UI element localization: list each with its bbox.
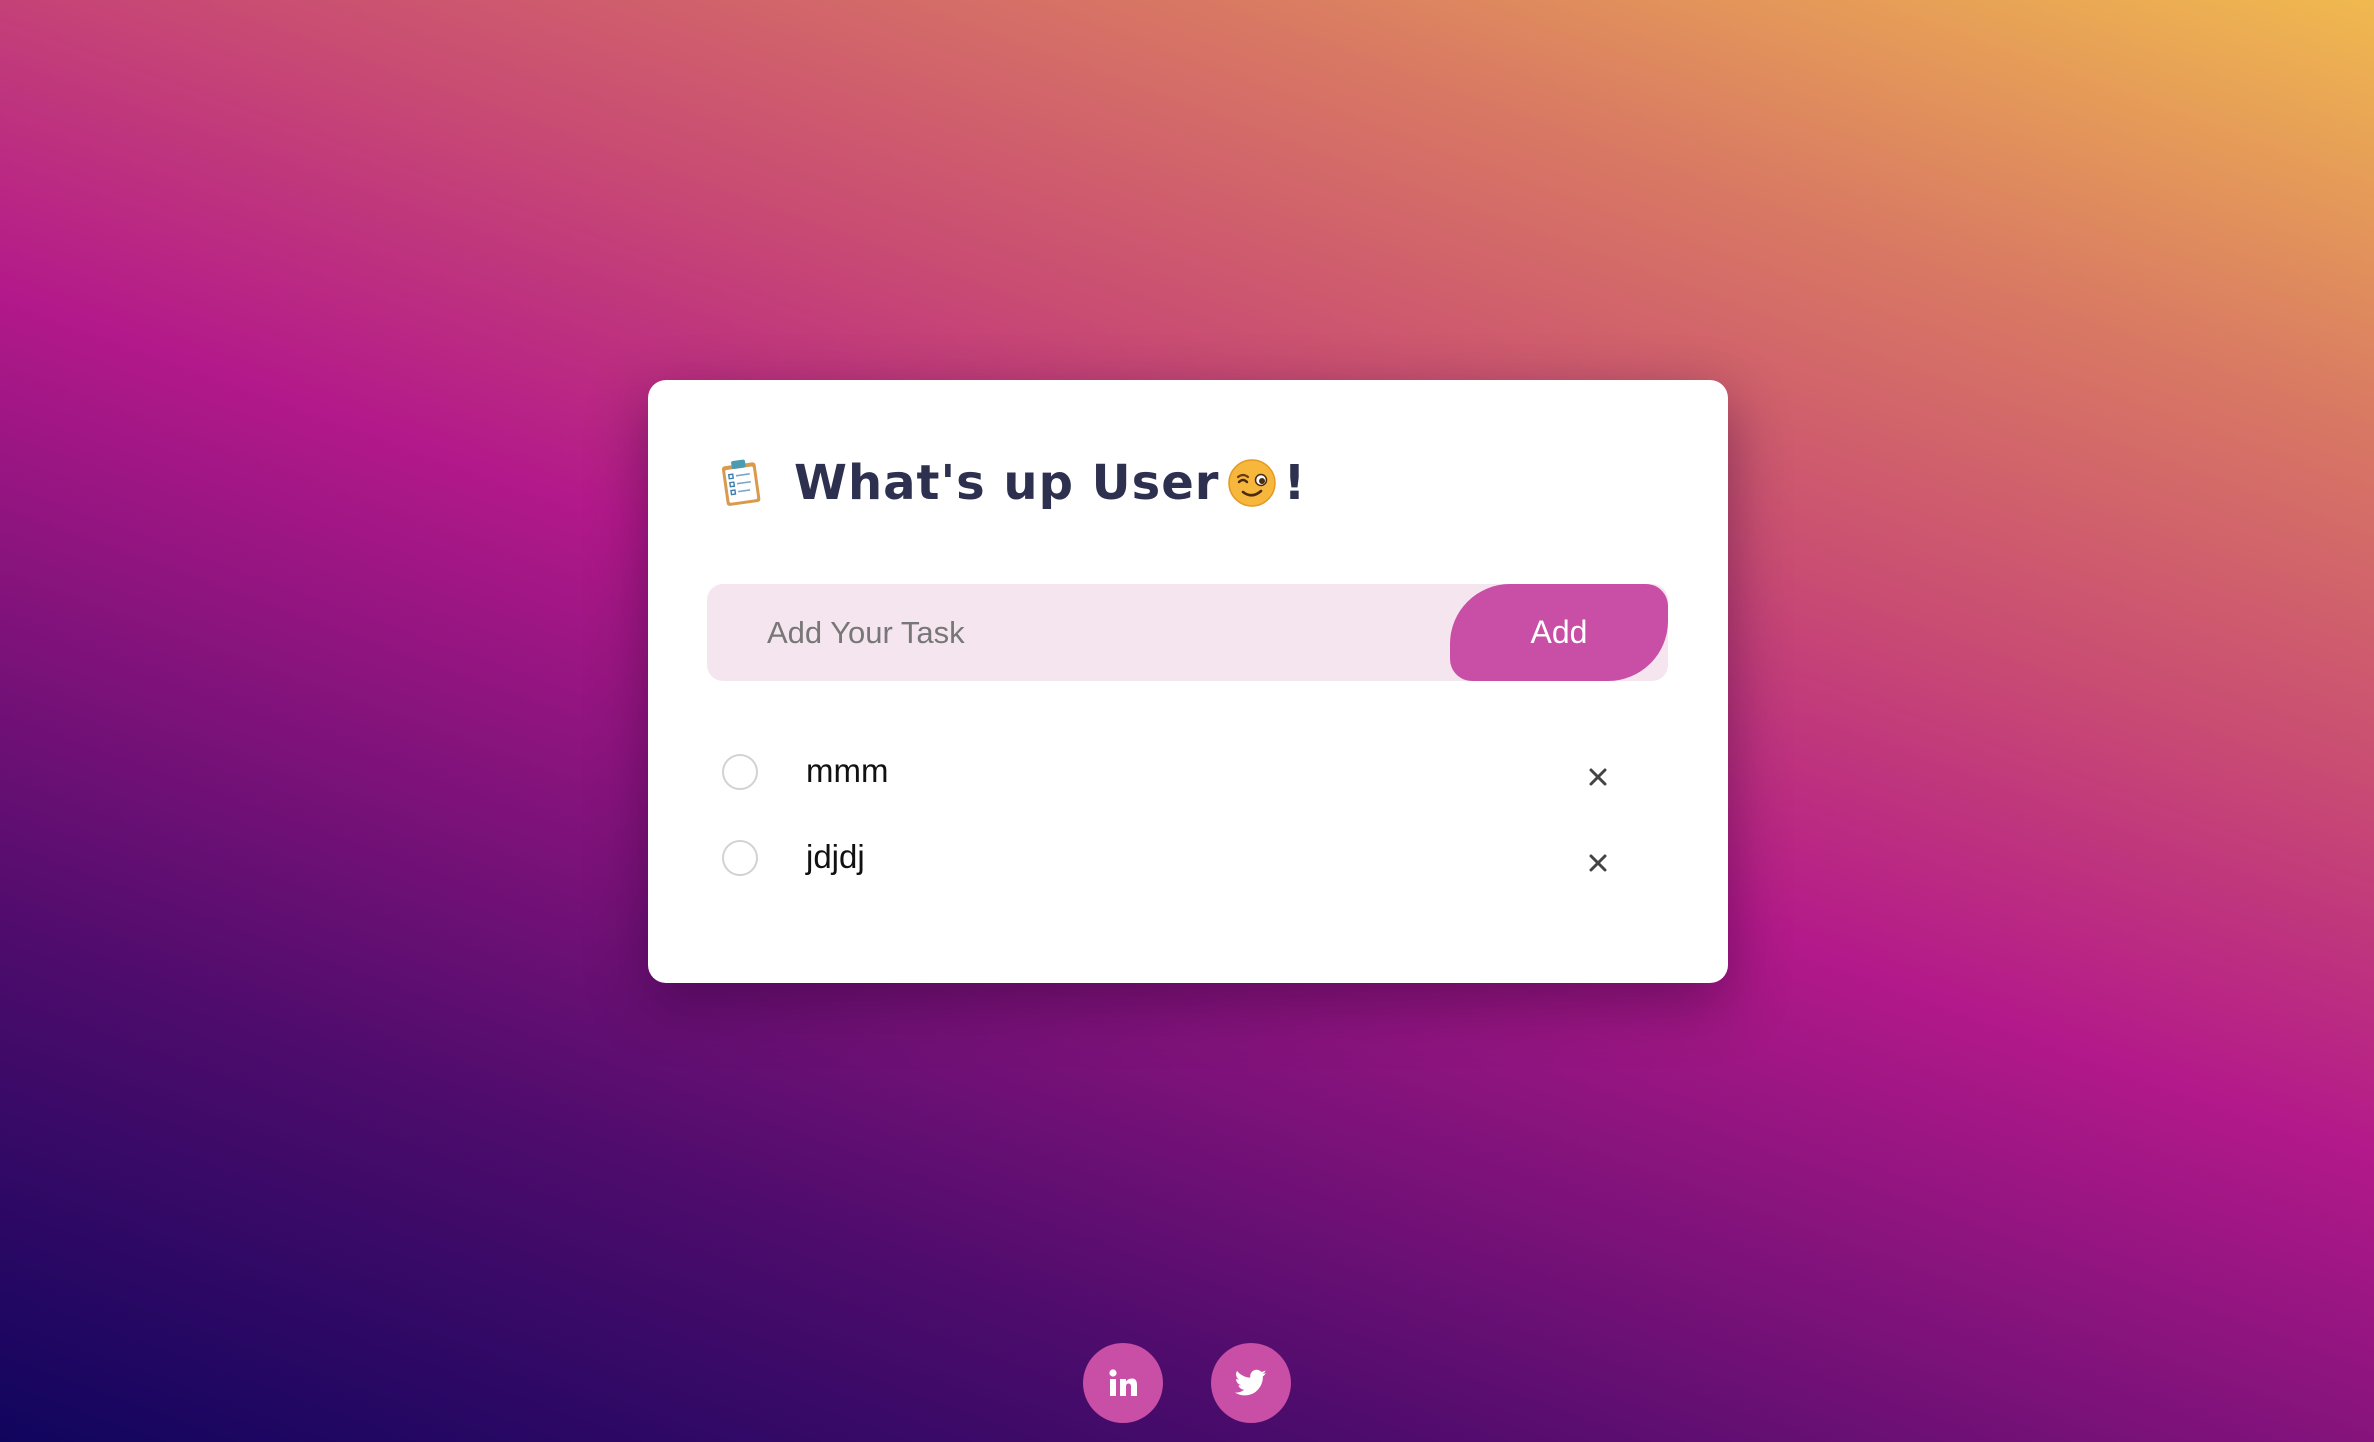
task-input[interactable]: [707, 584, 1447, 681]
clipboard-checklist-icon: [721, 459, 761, 506]
linkedin-icon: [1109, 1369, 1137, 1396]
title-row: What's up User !: [718, 448, 1305, 518]
title-exclamation: !: [1283, 455, 1306, 511]
add-task-form: Add: [707, 584, 1668, 681]
close-icon[interactable]: [1577, 842, 1619, 884]
close-icon[interactable]: [1577, 756, 1619, 798]
task-item[interactable]: mmm: [707, 730, 1668, 816]
linkedin-link[interactable]: [1083, 1343, 1163, 1423]
twitter-link[interactable]: [1211, 1343, 1291, 1423]
task-label: jdjdj: [806, 838, 865, 875]
twitter-icon: [1235, 1369, 1267, 1396]
task-checkbox[interactable]: [722, 754, 758, 790]
page-title: What's up User: [794, 455, 1220, 511]
add-button[interactable]: Add: [1450, 584, 1668, 681]
task-list: mmm jdjdj: [707, 730, 1668, 902]
task-label: mmm: [806, 752, 889, 789]
task-item[interactable]: jdjdj: [707, 816, 1668, 902]
winking-face-icon: [1228, 459, 1277, 507]
task-checkbox[interactable]: [722, 840, 758, 876]
todo-card: What's up User ! Add mmm: [648, 380, 1728, 983]
